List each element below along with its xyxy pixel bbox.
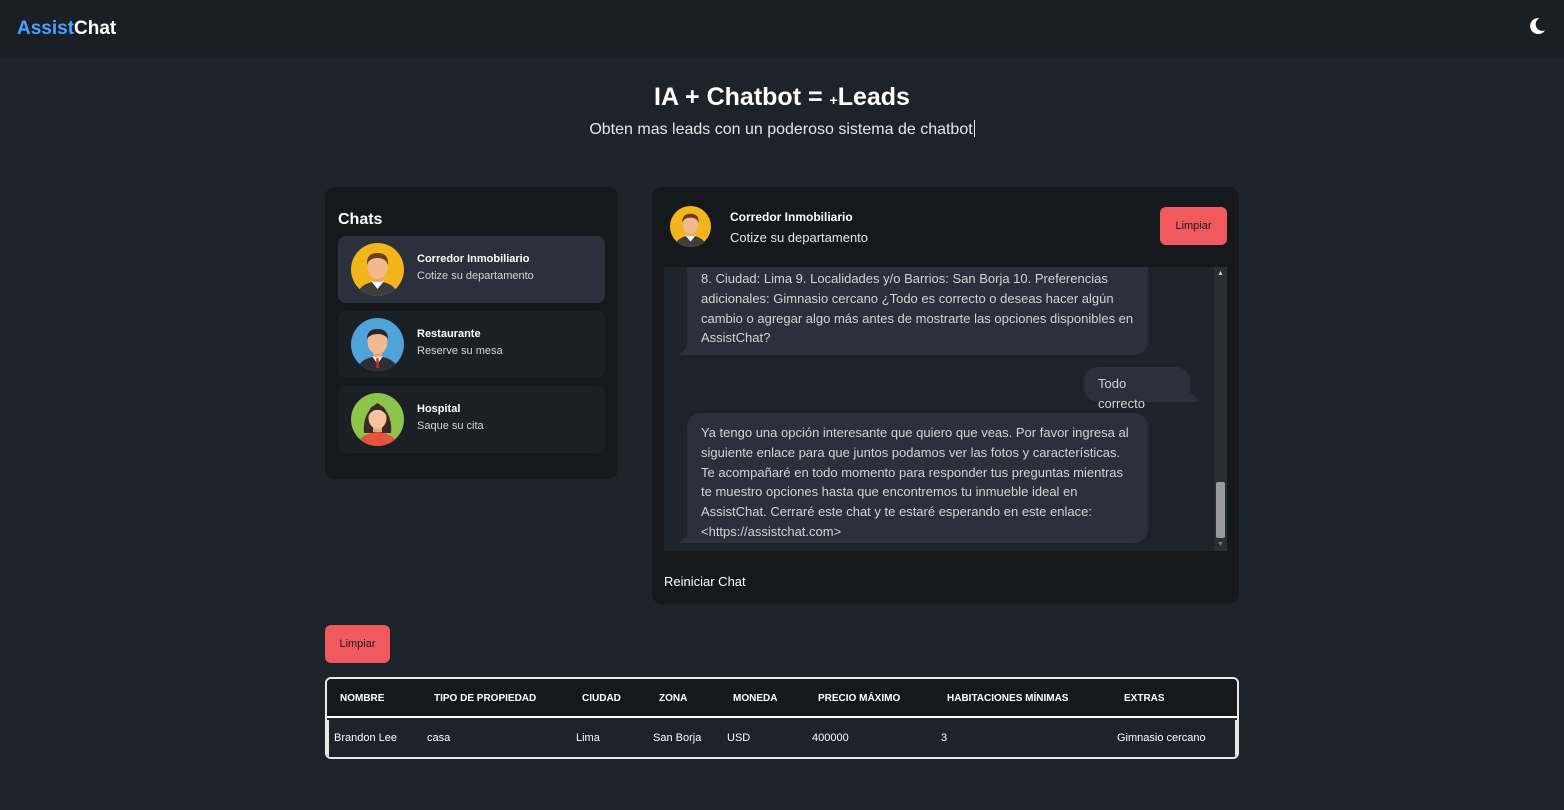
table-cell: USD <box>727 732 751 744</box>
sidebar-item-desc: Cotize su departamento <box>417 270 534 282</box>
chats-panel: Chats Corredor Inmobiliario Cotize su de… <box>325 187 618 479</box>
column-header: TIPO DE PROPIEDAD <box>434 693 537 704</box>
table-cell: casa <box>427 732 451 744</box>
column-header: PRECIO MÁXIMO <box>818 693 901 704</box>
table-cell: San Borja <box>653 732 702 744</box>
column-header: NOMBRE <box>340 693 385 704</box>
message-list[interactable]: 8. Ciudad: Lima 9. Localidades y/o Barri… <box>664 267 1227 551</box>
sidebar-item-name: Restaurante <box>417 328 481 340</box>
chat-header-name: Corredor Inmobiliario <box>730 210 853 224</box>
table-row[interactable]: Brandon Lee casa Lima San Borja USD 4000… <box>327 720 1237 757</box>
realtor-avatar-icon <box>670 206 711 247</box>
chat-window: Corredor Inmobiliario Cotize su departam… <box>652 187 1239 604</box>
moon-icon[interactable] <box>1527 16 1547 36</box>
chats-title: Chats <box>338 211 383 228</box>
leads-table: NOMBRE TIPO DE PROPIEDAD CIUDAD ZONA MON… <box>325 677 1239 759</box>
hero-title: IA + Chatbot = +Leads <box>0 83 1564 112</box>
restart-chat-link[interactable]: Reiniciar Chat <box>664 574 746 589</box>
row-border <box>1235 720 1237 757</box>
bubble-tail <box>679 345 689 355</box>
column-header: HABITACIONES MÍNIMAS <box>947 693 1069 704</box>
typing-caret <box>973 120 975 137</box>
sidebar-item-name: Corredor Inmobiliario <box>417 253 530 265</box>
column-header: EXTRAS <box>1124 693 1165 704</box>
table-cell: Gimnasio cercano <box>1117 732 1206 744</box>
bot-message: 8. Ciudad: Lima 9. Localidades y/o Barri… <box>687 267 1148 355</box>
scroll-thumb[interactable] <box>1216 482 1225 538</box>
sidebar-item-restaurante[interactable]: Restaurante Reserve su mesa <box>338 311 605 378</box>
sidebar-item-desc: Saque su cita <box>417 420 484 432</box>
doctor-avatar-icon <box>351 393 404 446</box>
user-message: Todo correcto <box>1084 367 1190 411</box>
table-cell: Lima <box>576 732 600 744</box>
bot-message: Ya tengo una opción interesante que quie… <box>687 413 1148 543</box>
sidebar-item-corredor[interactable]: Corredor Inmobiliario Cotize su departam… <box>338 236 605 303</box>
column-header: CIUDAD <box>582 693 621 704</box>
bubble-tail <box>679 533 689 543</box>
clear-chat-button[interactable]: Limpiar <box>1160 207 1227 245</box>
hero-title-plus: + <box>829 92 838 108</box>
waiter-avatar-icon <box>351 318 404 371</box>
table-cell: 3 <box>941 732 948 744</box>
scroll-down-arrow-icon[interactable]: ▼ <box>1214 538 1227 551</box>
message-scrollbar[interactable]: ▲ ▼ <box>1214 267 1227 551</box>
realtor-avatar-icon <box>351 243 404 296</box>
table-header: NOMBRE TIPO DE PROPIEDAD CIUDAD ZONA MON… <box>327 679 1237 718</box>
sidebar-item-name: Hospital <box>417 403 461 415</box>
sidebar-item-hospital[interactable]: Hospital Saque su cita <box>338 386 605 453</box>
hero-title-end: Leads <box>837 83 910 111</box>
bubble-tail <box>1190 392 1200 402</box>
clear-leads-button[interactable]: Limpiar <box>325 625 390 663</box>
brand-logo[interactable]: AssistChat <box>17 18 116 40</box>
hero-subtitle: Obten mas leads con un poderoso sistema … <box>0 120 1564 139</box>
brand-part-2: Chat <box>74 18 117 39</box>
navbar: AssistChat <box>0 0 1564 58</box>
column-header: ZONA <box>659 693 688 704</box>
table-cell: Brandon Lee <box>334 732 397 744</box>
scroll-up-arrow-icon[interactable]: ▲ <box>1214 267 1227 280</box>
chat-header-desc: Cotize su departamento <box>730 230 869 245</box>
hero-subtitle-text: Obten mas leads con un poderoso sistema … <box>589 121 973 138</box>
sidebar-item-desc: Reserve su mesa <box>417 345 503 357</box>
brand-part-1: Assist <box>17 18 75 39</box>
row-border <box>327 720 329 757</box>
hero-title-main: IA + Chatbot = <box>654 83 830 111</box>
column-header: MONEDA <box>733 693 778 704</box>
table-cell: 400000 <box>812 732 849 744</box>
